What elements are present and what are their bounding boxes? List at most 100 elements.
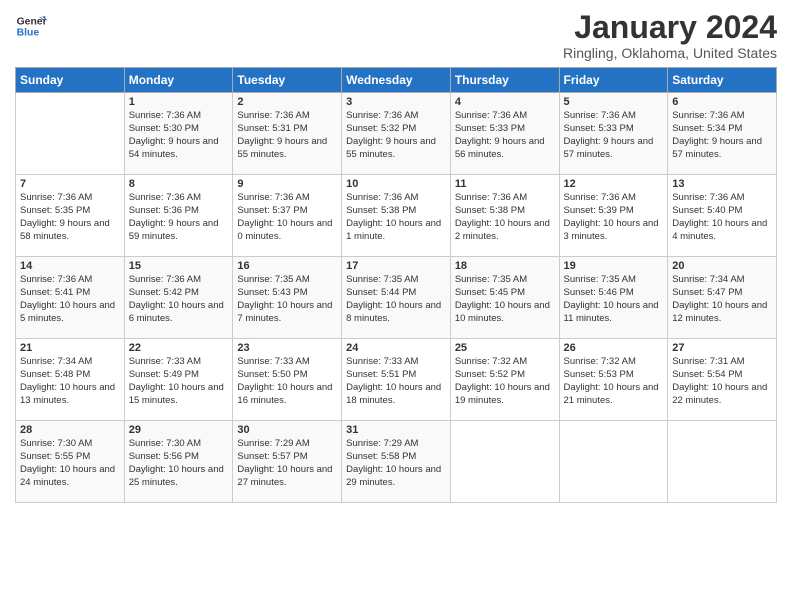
day-info: Sunrise: 7:36 AMSunset: 5:30 PMDaylight:… [129,110,229,161]
cell-w2d1: 15 Sunrise: 7:36 AMSunset: 5:42 PMDaylig… [124,257,233,339]
col-tuesday: Tuesday [233,68,342,93]
day-number: 18 [455,260,555,272]
day-number: 20 [672,260,772,272]
day-number: 1 [129,96,229,108]
day-number: 29 [129,424,229,436]
cell-w3d6: 27 Sunrise: 7:31 AMSunset: 5:54 PMDaylig… [668,339,777,421]
day-info: Sunrise: 7:36 AMSunset: 5:41 PMDaylight:… [20,274,120,325]
col-thursday: Thursday [450,68,559,93]
day-info: Sunrise: 7:33 AMSunset: 5:49 PMDaylight:… [129,356,229,407]
day-number: 21 [20,342,120,354]
cell-w3d2: 23 Sunrise: 7:33 AMSunset: 5:50 PMDaylig… [233,339,342,421]
day-info: Sunrise: 7:34 AMSunset: 5:48 PMDaylight:… [20,356,120,407]
day-number: 16 [237,260,337,272]
calendar-table: Sunday Monday Tuesday Wednesday Thursday… [15,67,777,503]
day-number: 8 [129,178,229,190]
cell-w2d2: 16 Sunrise: 7:35 AMSunset: 5:43 PMDaylig… [233,257,342,339]
day-number: 10 [346,178,446,190]
day-info: Sunrise: 7:35 AMSunset: 5:46 PMDaylight:… [564,274,664,325]
cell-w2d0: 14 Sunrise: 7:36 AMSunset: 5:41 PMDaylig… [16,257,125,339]
title-block: January 2024 Ringling, Oklahoma, United … [563,10,777,61]
day-info: Sunrise: 7:36 AMSunset: 5:34 PMDaylight:… [672,110,772,161]
day-info: Sunrise: 7:36 AMSunset: 5:33 PMDaylight:… [564,110,664,161]
cell-w0d5: 5 Sunrise: 7:36 AMSunset: 5:33 PMDayligh… [559,93,668,175]
day-info: Sunrise: 7:36 AMSunset: 5:38 PMDaylight:… [346,192,446,243]
cell-w1d6: 13 Sunrise: 7:36 AMSunset: 5:40 PMDaylig… [668,175,777,257]
day-number: 31 [346,424,446,436]
cell-w2d5: 19 Sunrise: 7:35 AMSunset: 5:46 PMDaylig… [559,257,668,339]
week-row-2: 14 Sunrise: 7:36 AMSunset: 5:41 PMDaylig… [16,257,777,339]
svg-text:Blue: Blue [17,28,40,39]
day-info: Sunrise: 7:36 AMSunset: 5:33 PMDaylight:… [455,110,555,161]
day-info: Sunrise: 7:36 AMSunset: 5:37 PMDaylight:… [237,192,337,243]
month-title: January 2024 [563,10,777,45]
day-info: Sunrise: 7:36 AMSunset: 5:42 PMDaylight:… [129,274,229,325]
day-number: 11 [455,178,555,190]
cell-w3d3: 24 Sunrise: 7:33 AMSunset: 5:51 PMDaylig… [342,339,451,421]
cell-w0d2: 2 Sunrise: 7:36 AMSunset: 5:31 PMDayligh… [233,93,342,175]
cell-w2d4: 18 Sunrise: 7:35 AMSunset: 5:45 PMDaylig… [450,257,559,339]
cell-w3d4: 25 Sunrise: 7:32 AMSunset: 5:52 PMDaylig… [450,339,559,421]
day-info: Sunrise: 7:36 AMSunset: 5:31 PMDaylight:… [237,110,337,161]
col-monday: Monday [124,68,233,93]
day-number: 27 [672,342,772,354]
logo-icon: General Blue [15,10,47,42]
page-container: General Blue January 2024 Ringling, Okla… [0,0,792,513]
day-info: Sunrise: 7:35 AMSunset: 5:43 PMDaylight:… [237,274,337,325]
cell-w2d3: 17 Sunrise: 7:35 AMSunset: 5:44 PMDaylig… [342,257,451,339]
day-info: Sunrise: 7:35 AMSunset: 5:45 PMDaylight:… [455,274,555,325]
day-number: 14 [20,260,120,272]
cell-w4d1: 29 Sunrise: 7:30 AMSunset: 5:56 PMDaylig… [124,421,233,503]
cell-w1d5: 12 Sunrise: 7:36 AMSunset: 5:39 PMDaylig… [559,175,668,257]
col-friday: Friday [559,68,668,93]
col-sunday: Sunday [16,68,125,93]
day-info: Sunrise: 7:36 AMSunset: 5:35 PMDaylight:… [20,192,120,243]
day-number: 5 [564,96,664,108]
day-info: Sunrise: 7:36 AMSunset: 5:39 PMDaylight:… [564,192,664,243]
day-number: 19 [564,260,664,272]
logo: General Blue [15,10,47,42]
cell-w4d2: 30 Sunrise: 7:29 AMSunset: 5:57 PMDaylig… [233,421,342,503]
day-number: 17 [346,260,446,272]
cell-w1d2: 9 Sunrise: 7:36 AMSunset: 5:37 PMDayligh… [233,175,342,257]
cell-w1d4: 11 Sunrise: 7:36 AMSunset: 5:38 PMDaylig… [450,175,559,257]
cell-w1d0: 7 Sunrise: 7:36 AMSunset: 5:35 PMDayligh… [16,175,125,257]
day-number: 15 [129,260,229,272]
cell-w3d1: 22 Sunrise: 7:33 AMSunset: 5:49 PMDaylig… [124,339,233,421]
cell-w4d0: 28 Sunrise: 7:30 AMSunset: 5:55 PMDaylig… [16,421,125,503]
day-info: Sunrise: 7:33 AMSunset: 5:51 PMDaylight:… [346,356,446,407]
cell-w4d6 [668,421,777,503]
day-number: 23 [237,342,337,354]
day-info: Sunrise: 7:29 AMSunset: 5:57 PMDaylight:… [237,438,337,489]
day-number: 7 [20,178,120,190]
day-number: 9 [237,178,337,190]
day-number: 24 [346,342,446,354]
cell-w0d0 [16,93,125,175]
cell-w0d1: 1 Sunrise: 7:36 AMSunset: 5:30 PMDayligh… [124,93,233,175]
day-info: Sunrise: 7:33 AMSunset: 5:50 PMDaylight:… [237,356,337,407]
day-info: Sunrise: 7:35 AMSunset: 5:44 PMDaylight:… [346,274,446,325]
cell-w0d6: 6 Sunrise: 7:36 AMSunset: 5:34 PMDayligh… [668,93,777,175]
week-row-3: 21 Sunrise: 7:34 AMSunset: 5:48 PMDaylig… [16,339,777,421]
cell-w1d1: 8 Sunrise: 7:36 AMSunset: 5:36 PMDayligh… [124,175,233,257]
day-info: Sunrise: 7:36 AMSunset: 5:40 PMDaylight:… [672,192,772,243]
day-info: Sunrise: 7:36 AMSunset: 5:38 PMDaylight:… [455,192,555,243]
day-number: 30 [237,424,337,436]
cell-w0d3: 3 Sunrise: 7:36 AMSunset: 5:32 PMDayligh… [342,93,451,175]
week-row-4: 28 Sunrise: 7:30 AMSunset: 5:55 PMDaylig… [16,421,777,503]
day-number: 4 [455,96,555,108]
cell-w3d0: 21 Sunrise: 7:34 AMSunset: 5:48 PMDaylig… [16,339,125,421]
day-info: Sunrise: 7:36 AMSunset: 5:36 PMDaylight:… [129,192,229,243]
cell-w4d4 [450,421,559,503]
day-number: 2 [237,96,337,108]
header-row: Sunday Monday Tuesday Wednesday Thursday… [16,68,777,93]
col-saturday: Saturday [668,68,777,93]
day-number: 13 [672,178,772,190]
week-row-0: 1 Sunrise: 7:36 AMSunset: 5:30 PMDayligh… [16,93,777,175]
col-wednesday: Wednesday [342,68,451,93]
day-info: Sunrise: 7:32 AMSunset: 5:52 PMDaylight:… [455,356,555,407]
day-number: 3 [346,96,446,108]
cell-w1d3: 10 Sunrise: 7:36 AMSunset: 5:38 PMDaylig… [342,175,451,257]
location-title: Ringling, Oklahoma, United States [563,45,777,61]
day-info: Sunrise: 7:31 AMSunset: 5:54 PMDaylight:… [672,356,772,407]
